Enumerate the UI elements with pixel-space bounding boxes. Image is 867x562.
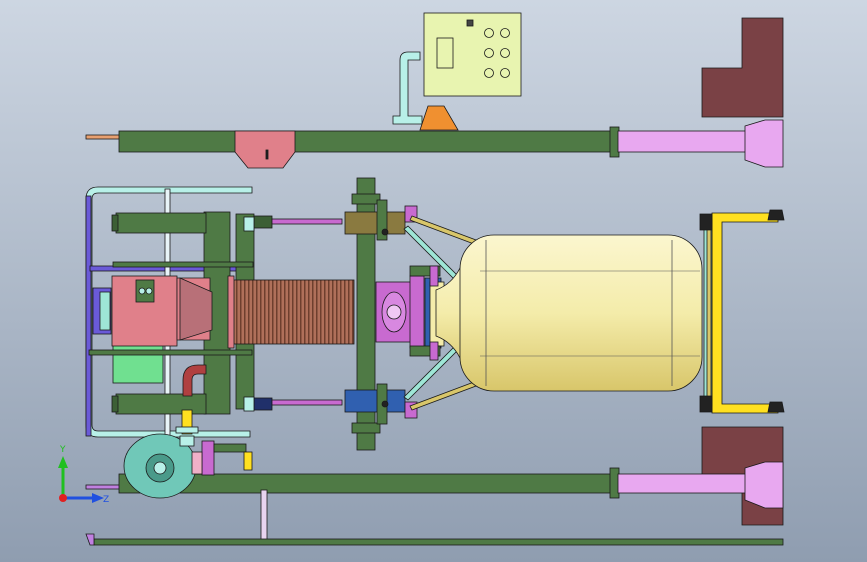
pump-inlet bbox=[179, 435, 195, 447]
clamp-bolt-top bbox=[243, 216, 255, 232]
blue-frame-bar-left bbox=[85, 195, 92, 437]
bottom-rail-rod-tip bbox=[85, 484, 121, 490]
motor-end-cap bbox=[99, 291, 111, 331]
control-button[interactable] bbox=[484, 28, 494, 38]
connecting-rod-top bbox=[271, 218, 343, 225]
bottom-clamp-bolt bbox=[381, 400, 389, 408]
cradle-foot-bottom bbox=[767, 401, 785, 413]
central-flange-top-tab bbox=[351, 193, 381, 205]
cylinder-bottom-cap bbox=[111, 395, 119, 413]
motor-connector bbox=[145, 287, 153, 295]
top-frame-rail bbox=[118, 130, 614, 153]
crossbar-lower bbox=[88, 349, 253, 356]
bellows-expansion-joint bbox=[231, 279, 355, 345]
bottom-right-leg-foot bbox=[744, 461, 784, 509]
central-flange-bottom-tab bbox=[351, 422, 381, 434]
control-button[interactable] bbox=[484, 48, 494, 58]
yellow-clip bbox=[243, 451, 253, 471]
bottom-right-leg bbox=[617, 473, 751, 494]
x-axis-point bbox=[59, 494, 67, 502]
cylinder-bottom-body bbox=[115, 393, 207, 415]
coupling-pin-top bbox=[429, 265, 439, 287]
top-rail-slot bbox=[265, 149, 269, 160]
coupling-flange-left bbox=[409, 275, 425, 349]
y-axis-label: Y bbox=[59, 445, 66, 455]
control-panel-indicator bbox=[466, 19, 474, 27]
cylinder-top-cap bbox=[111, 214, 119, 232]
bottom-clamp-block bbox=[344, 389, 406, 413]
cylinder-bottom-rod bbox=[253, 397, 273, 411]
pipe-flange bbox=[175, 426, 199, 434]
green-mount bbox=[213, 443, 247, 453]
top-right-leg-foot bbox=[744, 119, 784, 168]
coupling-pin-bottom bbox=[429, 341, 439, 361]
motor-connector bbox=[138, 287, 146, 295]
green-support-plate bbox=[112, 342, 164, 384]
cylinder-top-body bbox=[115, 212, 207, 234]
top-clamp-bolt bbox=[381, 228, 389, 236]
control-button[interactable] bbox=[500, 48, 510, 58]
top-right-leg bbox=[617, 130, 751, 153]
cradle-inner-rod bbox=[706, 221, 712, 405]
control-button[interactable] bbox=[500, 28, 510, 38]
cradle-bracket-top bbox=[699, 213, 713, 231]
top-clamp-block bbox=[344, 211, 406, 235]
connecting-rod-bottom bbox=[271, 399, 343, 406]
cradle-bracket-bottom bbox=[699, 395, 713, 413]
control-button[interactable] bbox=[484, 68, 494, 78]
crossbar-upper bbox=[112, 261, 254, 268]
cad-assembly-view: Y Z bbox=[0, 0, 867, 562]
top-rail-mount bbox=[234, 130, 296, 169]
cradle-foot-top bbox=[767, 209, 785, 221]
bottom-thin-rail bbox=[93, 538, 784, 546]
z-axis-label: Z bbox=[103, 495, 109, 505]
pump-hub bbox=[153, 461, 167, 475]
pressure-tank bbox=[459, 234, 703, 392]
control-button[interactable] bbox=[500, 68, 510, 78]
top-rail-rod-tip bbox=[85, 134, 121, 140]
vertical-drain-pipe bbox=[260, 489, 268, 543]
magenta-coupling-port bbox=[386, 304, 402, 320]
clamp-bolt-bottom bbox=[243, 396, 255, 412]
control-panel-display bbox=[436, 37, 454, 69]
violet-mount bbox=[201, 440, 215, 476]
bellows-flange-left bbox=[227, 275, 235, 349]
pink-spacer bbox=[191, 451, 203, 475]
cylinder-top-rod bbox=[253, 215, 273, 229]
